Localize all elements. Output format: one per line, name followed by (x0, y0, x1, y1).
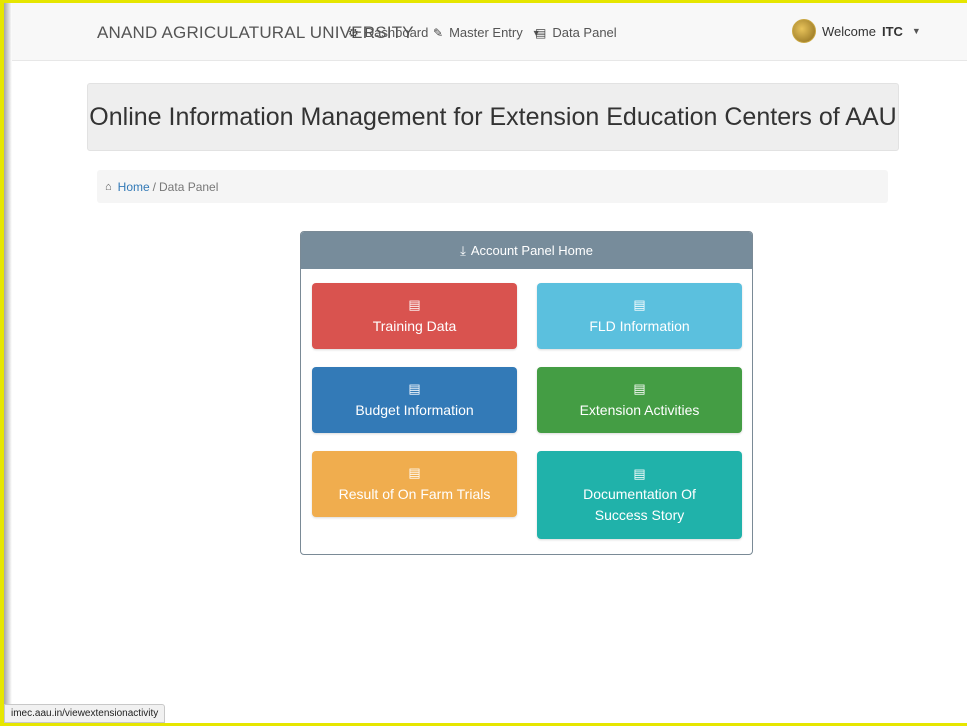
nav-dashboard[interactable]: ⚙ Dashboard (348, 25, 428, 40)
nav-data-panel-label: Data Panel (552, 25, 617, 40)
avatar (792, 19, 816, 43)
chevron-down-icon: ▼ (911, 26, 921, 36)
list-icon: ▤ (535, 25, 547, 40)
tile-label: Extension Activities (579, 401, 700, 418)
user-name: ITC (881, 23, 903, 39)
document-icon: ▤ (633, 297, 646, 313)
extension-activities-button[interactable]: ▤ Extension Activities (537, 367, 742, 433)
tile-label: Budget Information (355, 401, 474, 418)
training-data-button[interactable]: ▤ Training Data (312, 283, 517, 349)
nav-dashboard-label: Dashboard (364, 25, 429, 40)
tile-label: FLD Information (589, 317, 690, 334)
nav-data-panel[interactable]: ▤ Data Panel (535, 25, 617, 40)
top-navbar: ANAND AGRICULATURAL UNIVERSITY ⚙ Dashboa… (12, 3, 967, 61)
nav-master-entry[interactable]: ✎ Master Entry ▼ (433, 25, 541, 40)
tile-label: Result of On Farm Trials (338, 485, 491, 502)
document-icon: ▤ (408, 297, 421, 313)
status-url: imec.aau.in/viewextensionactivity (11, 708, 159, 719)
pencil-icon: ✎ (433, 25, 444, 40)
breadcrumb: ⌂ Home / Data Panel (97, 170, 888, 203)
window-shadow (4, 3, 12, 723)
document-icon: ▤ (633, 381, 646, 397)
breadcrumb-current: Data Panel (159, 179, 219, 194)
panel-heading: ⤓ Account Panel Home (301, 232, 752, 269)
user-menu[interactable]: Welcome ITC ▼ (792, 19, 921, 43)
download-icon: ⤓ (460, 242, 466, 258)
dashboard-icon: ⚙ (348, 25, 359, 40)
document-icon: ▤ (633, 465, 646, 481)
panel-title: Account Panel Home (470, 243, 593, 258)
success-story-button[interactable]: ▤ Documentation Of Success Story (537, 451, 742, 539)
breadcrumb-home-link[interactable]: Home (118, 180, 150, 194)
tile-label: Training Data (372, 317, 457, 334)
status-bar-url: imec.aau.in/viewextensionactivity (4, 704, 166, 723)
account-panel: ⤓ Account Panel Home ▤ Training Data ▤ F… (300, 231, 753, 555)
breadcrumb-separator: / (152, 179, 157, 194)
fld-information-button[interactable]: ▤ FLD Information (537, 283, 742, 349)
nav-master-entry-label: Master Entry (449, 25, 523, 40)
welcome-label: Welcome (822, 23, 876, 39)
home-icon: ⌂ (105, 180, 112, 193)
page-title: Online Information Management for Extens… (89, 102, 897, 131)
document-icon: ▤ (408, 381, 421, 397)
on-farm-trials-button[interactable]: ▤ Result of On Farm Trials (312, 451, 517, 517)
page-title-banner: Online Information Management for Extens… (87, 83, 899, 151)
tile-label: Documentation Of Success Story (583, 486, 696, 524)
budget-information-button[interactable]: ▤ Budget Information (312, 367, 517, 433)
document-icon: ▤ (408, 465, 421, 481)
